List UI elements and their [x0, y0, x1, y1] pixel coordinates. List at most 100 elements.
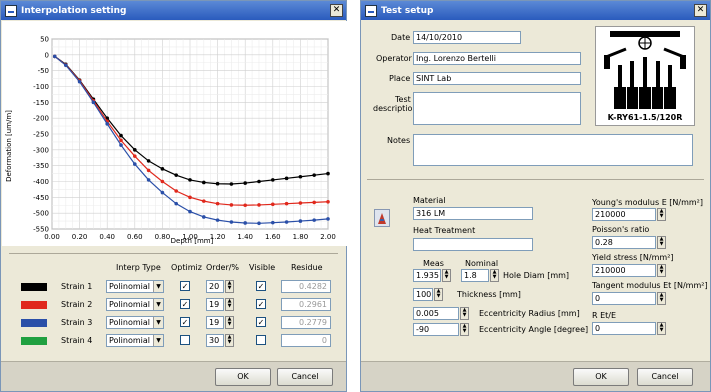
heat-treatment-field[interactable] [413, 238, 533, 251]
thickness-field[interactable]: 100 [413, 288, 433, 301]
poisson-spinner[interactable]: ▲ ▼ [657, 236, 666, 249]
series-point [52, 54, 57, 59]
residue-field: 0.2779 [281, 316, 331, 329]
order-spinner[interactable]: ▲ ▼ [225, 334, 234, 347]
ok-button[interactable]: OK [573, 368, 629, 386]
interp-type-select[interactable]: Polinomial ▼ [106, 334, 164, 347]
series-point [215, 201, 220, 206]
tangent-field[interactable]: 0 [592, 292, 656, 305]
description-field[interactable] [413, 92, 581, 125]
hole-nominal-field[interactable]: 1.8 [461, 269, 489, 282]
ret-spinner[interactable]: ▲ ▼ [657, 322, 666, 335]
chevron-down-icon[interactable]: ▼ [153, 281, 163, 292]
order-field[interactable]: 20 [206, 280, 224, 293]
yield-field[interactable]: 210000 [592, 264, 656, 277]
ecc-radius-label: Eccentricity Radius [mm] [479, 309, 580, 318]
visible-checkbox[interactable] [256, 335, 266, 345]
series-point [298, 201, 303, 205]
operator-field[interactable]: Ing. Lorenzo Bertelli [413, 52, 581, 65]
operator-label: Operator [376, 54, 412, 63]
deformation-chart: 0.00 0.20 0.40 0.60 0.80 1.00 1.20 1.40 1.60 1.80… [2, 21, 347, 246]
optimiz-checkbox[interactable]: ✓ [180, 317, 190, 327]
cancel-button[interactable]: Cancel [277, 368, 333, 386]
y-tick-label: -400 [33, 178, 49, 186]
ok-button[interactable]: OK [215, 368, 271, 386]
x-tick-label: 0.00 [44, 233, 60, 241]
app-icon [365, 4, 377, 17]
notes-field[interactable] [413, 134, 693, 166]
young-field[interactable]: 210000 [592, 208, 656, 221]
series-point [119, 133, 123, 138]
poisson-field[interactable]: 0.28 [592, 236, 656, 249]
series-point [146, 168, 151, 173]
visible-checkbox[interactable]: ✓ [256, 281, 266, 291]
order-field[interactable]: 19 [206, 316, 224, 329]
interp-type-select[interactable]: Polinomial ▼ [106, 316, 164, 329]
series-point [312, 200, 317, 205]
order-spinner[interactable]: ▲ ▼ [225, 316, 234, 329]
material-field[interactable]: 316 LM [413, 207, 533, 220]
strain-name: Strain 4 [61, 336, 93, 345]
chevron-down-icon[interactable]: ▼ [153, 335, 163, 346]
y-tick-label: -450 [33, 194, 49, 202]
optimiz-checkbox[interactable]: ✓ [180, 281, 190, 291]
tangent-spinner[interactable]: ▲ ▼ [657, 292, 666, 305]
date-field[interactable]: 14/10/2010 [413, 31, 521, 44]
ecc-radius-field[interactable]: 0.005 [413, 307, 459, 320]
optimiz-checkbox[interactable] [180, 335, 190, 345]
hole-nominal-spinner[interactable]: ▲ ▼ [490, 269, 499, 282]
order-spinner[interactable]: ▲ ▼ [225, 280, 234, 293]
interp-type-select[interactable]: Polinomial ▼ [106, 298, 164, 311]
optimiz-checkbox[interactable]: ✓ [180, 299, 190, 309]
series-point [188, 178, 192, 182]
interp-type-select[interactable]: Polinomial ▼ [106, 280, 164, 293]
order-spinner[interactable]: ▲ ▼ [225, 298, 234, 311]
place-field[interactable]: SINT Lab [413, 72, 581, 85]
test-setup-titlebar: Test setup ✕ [361, 1, 710, 20]
order-field[interactable]: 19 [206, 298, 224, 311]
y-tick-label: -300 [33, 146, 49, 154]
series-point [119, 143, 123, 147]
close-icon[interactable]: ✕ [694, 4, 707, 17]
material-icon[interactable] [374, 209, 390, 227]
poisson-label: Poisson's ratio [592, 225, 650, 234]
y-tick-label: -100 [33, 83, 49, 91]
app-icon [5, 4, 17, 17]
visible-checkbox[interactable]: ✓ [256, 299, 266, 309]
chevron-down-icon[interactable]: ▼ [153, 299, 163, 310]
notes-label: Notes [387, 136, 411, 145]
series-point [215, 218, 220, 222]
ecc-angle-spinner[interactable]: ▲ ▼ [460, 323, 469, 336]
interp-type-value: Polinomial [109, 282, 150, 291]
ret-field[interactable]: 0 [592, 322, 656, 335]
series-point [133, 148, 137, 152]
y-tick-label: -150 [33, 99, 49, 107]
x-tick-label: 1.80 [293, 233, 309, 241]
yield-spinner[interactable]: ▲ ▼ [657, 264, 666, 277]
series-point [133, 154, 137, 158]
cancel-button[interactable]: Cancel [637, 368, 693, 386]
place-label: Place [389, 74, 411, 83]
series-point [229, 203, 234, 207]
close-icon[interactable]: ✕ [330, 4, 343, 17]
ecc-radius-spinner[interactable]: ▲ ▼ [460, 307, 469, 320]
y-tick-label: 50 [40, 36, 49, 44]
series-point [188, 195, 192, 200]
series-point [326, 199, 330, 204]
x-tick-label: 2.00 [320, 233, 336, 241]
date-label: Date [391, 33, 411, 42]
hole-meas-spinner[interactable]: ▲ ▼ [442, 269, 451, 282]
ecc-angle-field[interactable]: -90 [413, 323, 459, 336]
series-point [146, 159, 151, 163]
thickness-spinner[interactable]: ▲ ▼ [434, 288, 443, 301]
header-visible: Visible [249, 263, 276, 272]
order-field[interactable]: 30 [206, 334, 224, 347]
section-separator [367, 179, 704, 180]
hole-meas-field[interactable]: 1.935 [413, 269, 441, 282]
visible-checkbox[interactable]: ✓ [256, 317, 266, 327]
series-point [229, 182, 234, 186]
interp-type-value: Polinomial [109, 318, 150, 327]
young-spinner[interactable]: ▲ ▼ [657, 208, 666, 221]
residue-field: 0.4282 [281, 280, 331, 293]
chevron-down-icon[interactable]: ▼ [153, 317, 163, 328]
